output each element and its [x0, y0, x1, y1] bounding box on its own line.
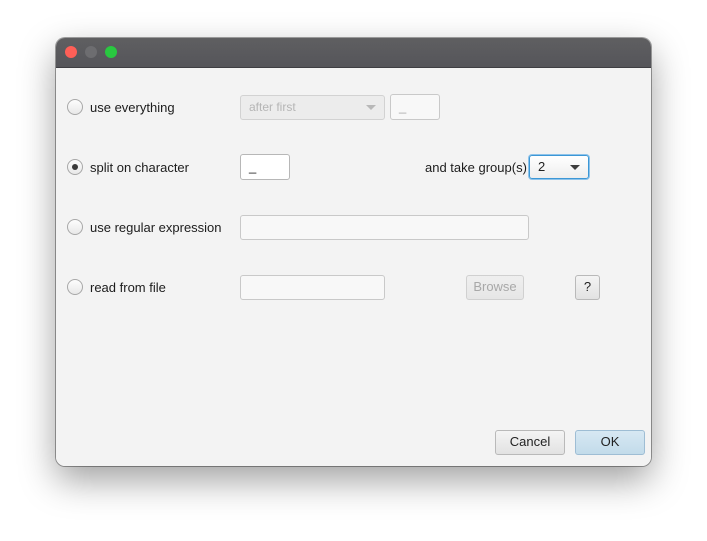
- take-groups-label: and take group(s):: [425, 160, 531, 175]
- read-from-file-radio[interactable]: [67, 279, 83, 295]
- close-window-button[interactable]: [65, 46, 77, 58]
- take-groups-select[interactable]: 2: [529, 155, 589, 179]
- dialog-window: use everything after first _ split on ch…: [56, 38, 651, 466]
- chevron-down-icon: [570, 165, 580, 170]
- title-bar: [56, 38, 651, 68]
- chevron-down-icon: [366, 105, 376, 110]
- read-from-file-label: read from file: [90, 280, 166, 295]
- use-regular-expression-radio[interactable]: [67, 219, 83, 235]
- split-on-character-radio[interactable]: [67, 159, 83, 175]
- split-character-field[interactable]: _: [240, 154, 290, 180]
- regular-expression-field[interactable]: [240, 215, 529, 240]
- take-groups-value: 2: [538, 159, 546, 174]
- ok-button[interactable]: OK: [575, 430, 645, 455]
- use-everything-mode-value: after first: [249, 100, 296, 114]
- split-on-character-label: split on character: [90, 160, 189, 175]
- use-everything-label: use everything: [90, 100, 175, 115]
- maximize-window-button[interactable]: [105, 46, 117, 58]
- use-everything-radio[interactable]: [67, 99, 83, 115]
- minimize-window-button[interactable]: [85, 46, 97, 58]
- file-path-field[interactable]: [240, 275, 385, 300]
- browse-button[interactable]: Browse: [466, 275, 524, 300]
- dialog-content: use everything after first _ split on ch…: [56, 68, 651, 466]
- cancel-button[interactable]: Cancel: [495, 430, 565, 455]
- use-everything-mode-select[interactable]: after first: [240, 95, 385, 120]
- help-button[interactable]: ?: [575, 275, 600, 300]
- use-regular-expression-label: use regular expression: [90, 220, 222, 235]
- use-everything-text-field[interactable]: _: [390, 94, 440, 120]
